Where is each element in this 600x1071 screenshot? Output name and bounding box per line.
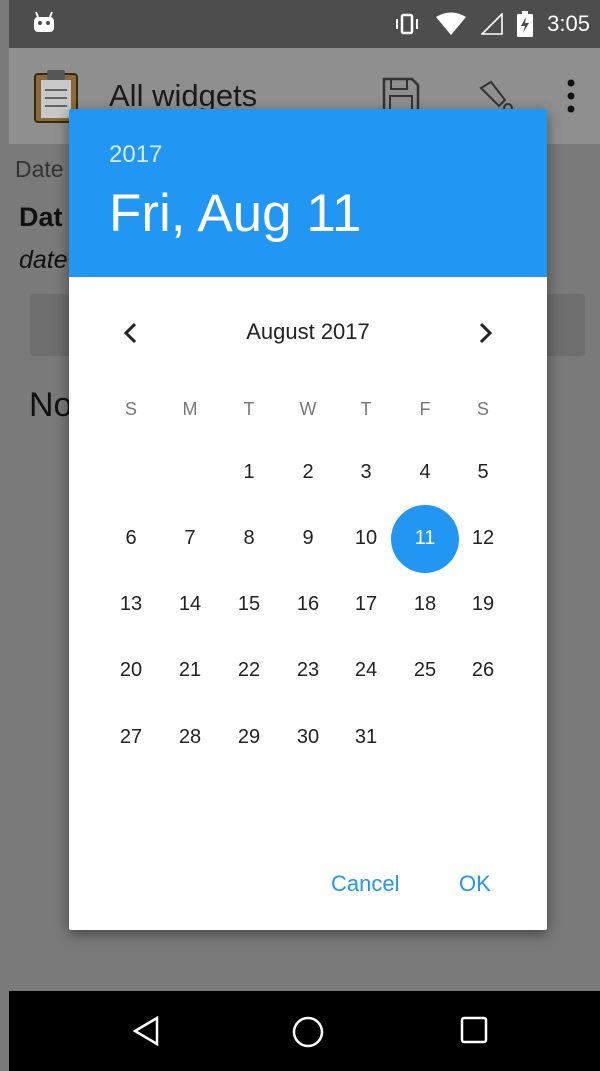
date-picker-header: 2017 Fri, Aug 11 <box>69 109 547 277</box>
weekday-label: T <box>360 399 372 419</box>
calendar-day[interactable]: 8 <box>224 527 274 557</box>
calendar-day[interactable]: 30 <box>283 726 333 756</box>
date-heading: Dat <box>19 202 63 232</box>
calendar-day[interactable]: 24 <box>341 659 391 689</box>
calendar-day[interactable]: 4 <box>400 461 450 491</box>
calendar-day[interactable]: 21 <box>165 659 215 689</box>
calendar-day[interactable]: 23 <box>283 659 333 689</box>
vibrate-icon <box>396 13 419 35</box>
status-time: 3:05 <box>547 11 590 36</box>
weekday-label: F <box>419 399 431 419</box>
selected-day[interactable]: 11 <box>400 527 450 557</box>
recents-icon[interactable] <box>459 1015 489 1045</box>
calendar-day[interactable]: 1 <box>224 461 274 491</box>
battery-charging-icon <box>517 11 534 37</box>
date-hint: date <box>19 246 68 274</box>
status-bar: 3:05 <box>9 0 600 48</box>
selected-date-label[interactable]: Fri, Aug 11 <box>109 183 361 244</box>
android-icon <box>34 11 54 32</box>
wifi-icon <box>436 12 467 35</box>
weekday-label: S <box>476 399 489 419</box>
ok-button[interactable]: OK <box>459 871 491 897</box>
calendar-day[interactable]: 10 <box>341 527 391 557</box>
date-picker-dialog: 2017 Fri, Aug 11 August 2017 SMTWTFS 123… <box>69 109 547 930</box>
weekday-label: T <box>243 399 255 419</box>
calendar-day[interactable]: 27 <box>106 726 156 756</box>
weekday-label: S <box>124 399 137 419</box>
home-icon[interactable] <box>291 1015 325 1049</box>
calendar-day[interactable]: 22 <box>224 659 274 689</box>
calendar-day[interactable]: 14 <box>165 593 215 623</box>
calendar-day[interactable]: 15 <box>224 593 274 623</box>
back-icon[interactable] <box>131 1015 161 1047</box>
calendar-day[interactable]: 7 <box>165 527 215 557</box>
calendar-day[interactable]: 13 <box>106 593 156 623</box>
calendar-day[interactable]: 17 <box>341 593 391 623</box>
calendar-day[interactable]: 20 <box>106 659 156 689</box>
calendar-day[interactable]: 29 <box>224 726 274 756</box>
calendar-day[interactable]: 9 <box>283 527 333 557</box>
calendar-day[interactable]: 26 <box>458 659 508 689</box>
calendar-day[interactable]: 19 <box>458 593 508 623</box>
navigation-bar <box>9 991 600 1071</box>
calendar-day[interactable]: 3 <box>341 461 391 491</box>
calendar-day[interactable]: 31 <box>341 726 391 756</box>
year-label[interactable]: 2017 <box>109 141 162 169</box>
next-month-button[interactable] <box>471 317 499 349</box>
weekday-label: W <box>299 399 317 419</box>
calendar-day[interactable]: 25 <box>400 659 450 689</box>
weekday-label: M <box>182 399 198 419</box>
signal-icon <box>481 13 503 35</box>
calendar-day[interactable]: 2 <box>283 461 333 491</box>
calendar-day[interactable]: 5 <box>458 461 508 491</box>
calendar-day[interactable]: 18 <box>400 593 450 623</box>
calendar-day[interactable]: 6 <box>106 527 156 557</box>
overflow-menu-icon[interactable] <box>565 78 577 114</box>
calendar-day[interactable]: 12 <box>458 527 508 557</box>
calendar-day[interactable]: 16 <box>283 593 333 623</box>
no-date-text: No <box>29 386 73 424</box>
cancel-button[interactable]: Cancel <box>331 871 399 897</box>
date-label: Date <box>15 156 64 182</box>
calendar-day[interactable]: 28 <box>165 726 215 756</box>
